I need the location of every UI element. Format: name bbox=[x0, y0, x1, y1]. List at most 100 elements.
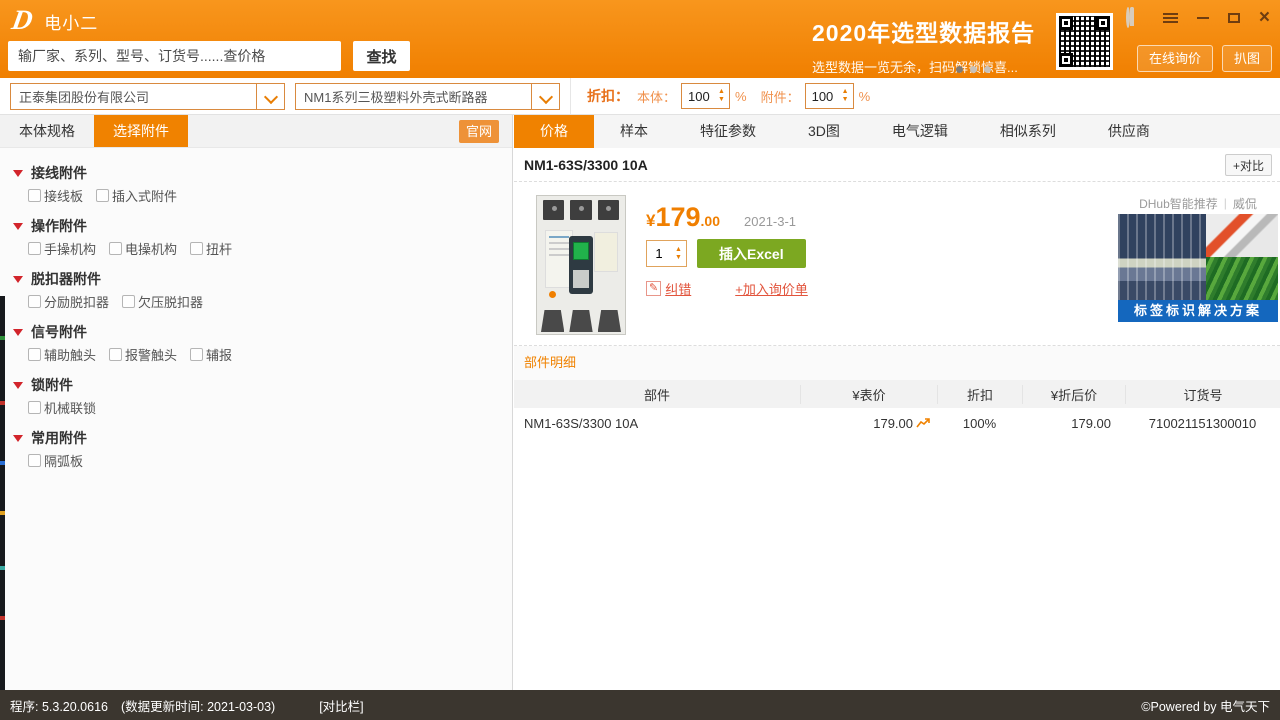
user-icon[interactable] bbox=[1126, 9, 1144, 27]
tab-3d-drawing[interactable]: 3D图 bbox=[782, 115, 866, 148]
body-discount-input[interactable] bbox=[682, 89, 714, 104]
tab-similar-series[interactable]: 相似系列 bbox=[974, 115, 1082, 148]
attachment-checkbox[interactable]: 插入式附件 bbox=[96, 186, 177, 205]
attachment-checkbox[interactable]: 隔弧板 bbox=[28, 451, 83, 470]
attachment-checkbox[interactable]: 扭杆 bbox=[190, 239, 232, 258]
add-to-inquiry-link[interactable]: +加入询价单 bbox=[735, 279, 808, 298]
desktop-sliver bbox=[0, 296, 5, 690]
detail-tabs: 价格 样本 特征参数 3D图 电气逻辑 相似系列 供应商 bbox=[514, 115, 1280, 148]
product-title: NM1-63S/3300 10A bbox=[524, 157, 648, 173]
percent-label: % bbox=[735, 89, 747, 104]
app-window: D 电小二 × 查找 2020年选型数据报告 选型数据一览无余，扫码解锁惊喜..… bbox=[0, 0, 1280, 720]
checkbox-icon bbox=[28, 348, 41, 361]
checkbox-label: 分励脱扣器 bbox=[44, 292, 109, 311]
compare-bar-toggle[interactable]: [对比栏] bbox=[319, 696, 363, 715]
attachment-checkbox[interactable]: 接线板 bbox=[28, 186, 83, 205]
promo-banner-text: 标签标识解决方案 bbox=[1118, 300, 1278, 322]
online-inquiry-button[interactable]: 在线询价 bbox=[1137, 45, 1213, 72]
quantity-input[interactable] bbox=[647, 246, 671, 261]
tab-electrical-logic[interactable]: 电气逻辑 bbox=[866, 115, 974, 148]
search-button[interactable]: 查找 bbox=[353, 41, 410, 71]
tab-select-attachments[interactable]: 选择附件 bbox=[94, 115, 188, 147]
tab-body-specs[interactable]: 本体规格 bbox=[0, 115, 94, 147]
promo-banner[interactable]: 2020年选型数据报告 选型数据一览无余，扫码解锁惊喜... bbox=[812, 14, 1035, 76]
attachment-checkbox[interactable]: 报警触头 bbox=[109, 345, 177, 364]
attachment-checkbox[interactable]: 分励脱扣器 bbox=[28, 292, 109, 311]
checkbox-icon bbox=[190, 348, 203, 361]
manufacturer-value: 正泰集团股份有限公司 bbox=[11, 87, 256, 106]
section-header[interactable]: 接线附件 bbox=[13, 161, 512, 185]
product-detail: ¥ 179 .00 2021-3-1 ▲ ▼ 插入Excel ✎ 纠错 +加入 bbox=[514, 182, 1280, 346]
section-title: 常用附件 bbox=[31, 428, 87, 448]
banner-subtitle: 选型数据一览无余，扫码解锁惊喜... bbox=[812, 57, 1035, 76]
section-header[interactable]: 脱扣器附件 bbox=[13, 267, 512, 291]
checkbox-label: 报警触头 bbox=[125, 345, 177, 364]
promo-ad[interactable]: DHub智能推荐 | 威侃 标签标识解决方案 bbox=[1118, 192, 1278, 322]
discount-controls: 折扣： 本体： ▲ ▼ % 附件： ▲ ▼ % bbox=[570, 78, 884, 114]
table-row[interactable]: NM1-63S/3300 10A 179.00 100% 179.00 7100… bbox=[514, 408, 1280, 438]
tab-feature-params[interactable]: 特征参数 bbox=[674, 115, 782, 148]
menu-icon[interactable] bbox=[1163, 11, 1178, 25]
checkbox-icon bbox=[28, 189, 41, 202]
list-price-cell: 179.00 bbox=[873, 416, 913, 431]
powered-by: ©Powered by 电气天下 bbox=[1141, 696, 1270, 715]
search-input[interactable] bbox=[8, 41, 341, 71]
spinner-up-button[interactable]: ▲ bbox=[842, 88, 849, 96]
tab-supplier[interactable]: 供应商 bbox=[1082, 115, 1176, 148]
promo-image bbox=[1118, 214, 1278, 300]
attachment-checkbox[interactable]: 辅助触头 bbox=[28, 345, 96, 364]
checkbox-label: 插入式附件 bbox=[112, 186, 177, 205]
chevron-down-icon bbox=[531, 84, 559, 109]
triangle-down-icon bbox=[13, 276, 23, 283]
insert-excel-button[interactable]: 插入Excel bbox=[697, 239, 806, 268]
section-title: 脱扣器附件 bbox=[31, 269, 101, 289]
edit-icon: ✎ bbox=[646, 281, 661, 296]
carousel-dot[interactable] bbox=[970, 66, 977, 73]
qr-code bbox=[1056, 13, 1113, 70]
section-header[interactable]: 锁附件 bbox=[13, 373, 512, 397]
attachment-checkbox[interactable]: 欠压脱扣器 bbox=[122, 292, 203, 311]
spinner-up-button[interactable]: ▲ bbox=[718, 88, 725, 96]
checkbox-icon bbox=[96, 189, 109, 202]
accessory-discount-input[interactable] bbox=[806, 89, 838, 104]
checkbox-label: 接线板 bbox=[44, 186, 83, 205]
carousel-dot[interactable] bbox=[984, 66, 991, 73]
compare-button[interactable]: +对比 bbox=[1225, 154, 1272, 176]
section-header[interactable]: 信号附件 bbox=[13, 320, 512, 344]
correction-link[interactable]: 纠错 bbox=[665, 279, 691, 298]
attachment-checkbox[interactable]: 辅报 bbox=[190, 345, 232, 364]
left-panel-tabs: 本体规格 选择附件 官网 bbox=[0, 115, 512, 148]
series-dropdown[interactable]: NM1系列三极塑料外壳式断路器 bbox=[295, 83, 560, 110]
close-button[interactable]: × bbox=[1259, 9, 1270, 27]
parts-detail-label: 部件明细 bbox=[514, 346, 1280, 380]
checkbox-label: 欠压脱扣器 bbox=[138, 292, 203, 311]
minimize-button[interactable] bbox=[1197, 17, 1209, 19]
carousel-dots[interactable] bbox=[956, 66, 991, 73]
carousel-dot[interactable] bbox=[956, 66, 963, 73]
spinner-down-button[interactable]: ▼ bbox=[718, 96, 725, 104]
maximize-button[interactable] bbox=[1228, 13, 1240, 23]
attachment-checkbox[interactable]: 机械联锁 bbox=[28, 398, 96, 417]
percent-label: % bbox=[859, 89, 871, 104]
quantity-up-button[interactable]: ▲ bbox=[675, 246, 682, 254]
manufacturer-dropdown[interactable]: 正泰集团股份有限公司 bbox=[10, 83, 285, 110]
official-site-button[interactable]: 官网 bbox=[459, 120, 499, 143]
order-number-cell: 710021151300010 bbox=[1125, 416, 1280, 431]
table-header-cell: 订货号 bbox=[1125, 385, 1280, 404]
price-date: 2021-3-1 bbox=[744, 214, 796, 229]
attachment-checkbox[interactable]: 手操机构 bbox=[28, 239, 96, 258]
quantity-down-button[interactable]: ▼ bbox=[675, 254, 682, 262]
triangle-down-icon bbox=[13, 435, 23, 442]
promo-title: DHub智能推荐 bbox=[1139, 195, 1218, 212]
price-trend-icon[interactable] bbox=[916, 417, 931, 429]
screenshot-button[interactable]: 扒图 bbox=[1222, 45, 1272, 72]
tab-sample[interactable]: 样本 bbox=[594, 115, 674, 148]
section-title: 锁附件 bbox=[31, 375, 73, 395]
section-header[interactable]: 操作附件 bbox=[13, 214, 512, 238]
tab-price[interactable]: 价格 bbox=[514, 115, 594, 148]
status-bar: 程序: 5.3.20.0616 (数据更新时间: 2021-03-03) [对比… bbox=[0, 690, 1280, 720]
discount-cell: 100% bbox=[937, 416, 1022, 431]
attachment-checkbox[interactable]: 电操机构 bbox=[109, 239, 177, 258]
section-header[interactable]: 常用附件 bbox=[13, 426, 512, 450]
spinner-down-button[interactable]: ▼ bbox=[842, 96, 849, 104]
